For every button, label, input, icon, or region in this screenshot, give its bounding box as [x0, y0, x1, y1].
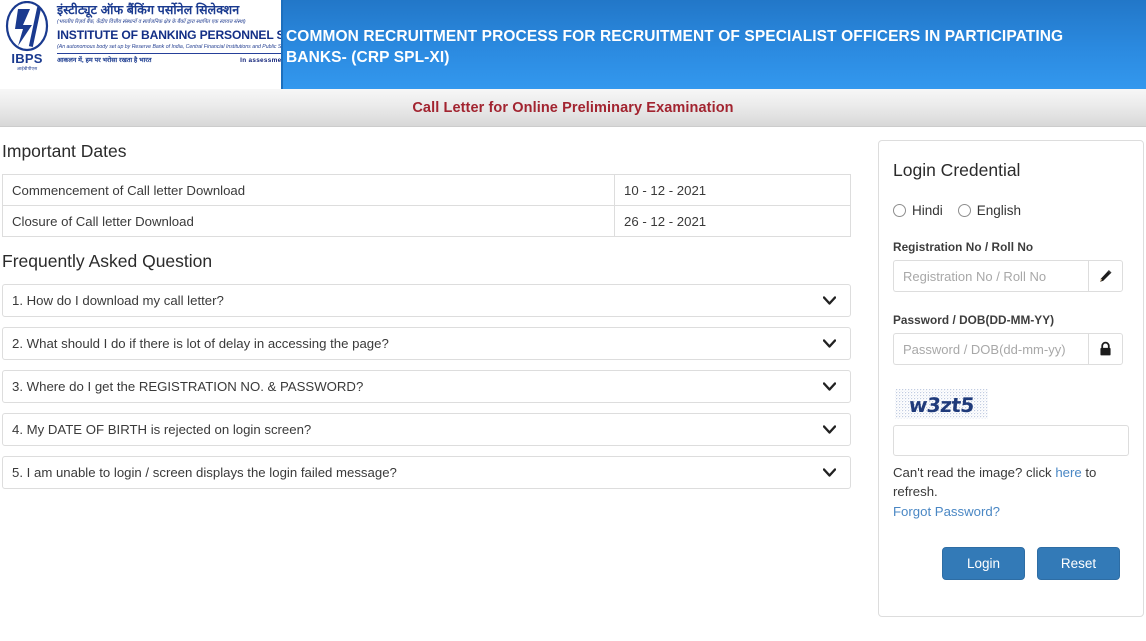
page-header: IBPS आईबीपीएस इंस्टीट्यूट ऑफ बैंकिंग पर्… — [0, 0, 1146, 89]
faq-item-4[interactable]: 4. My DATE OF BIRTH is rejected on login… — [2, 413, 851, 446]
faq-item-1[interactable]: 1. How do I download my call letter? — [2, 284, 851, 317]
chevron-down-icon[interactable] — [822, 380, 836, 394]
radio-circle-english[interactable] — [957, 204, 971, 217]
captcha-helper-prefix: Can't read the image? click — [893, 465, 1056, 480]
main-content: Important Dates Commencement of Call let… — [0, 127, 1146, 617]
forgot-password-row: Forgot Password? — [893, 503, 1123, 521]
table-row: Closure of Call letter Download 26 - 12 … — [2, 205, 851, 237]
faq-item-5[interactable]: 5. I am unable to login / screen display… — [2, 456, 851, 489]
faq-heading: Frequently Asked Question — [2, 251, 213, 271]
date-label: Closure of Call letter Download — [2, 205, 615, 237]
subtitle-text: Call Letter for Online Preliminary Exami… — [412, 99, 734, 116]
language-label-english: English — [976, 203, 1022, 218]
password-input-group — [893, 333, 1123, 365]
login-button[interactable]: Login — [942, 547, 1025, 580]
right-column: Login Credential Hindi English Registrat… — [858, 127, 1146, 617]
tagline-hindi: आकलन में, हम पर भरोसा रखता है भारत — [57, 57, 152, 64]
captcha-input[interactable] — [893, 425, 1129, 456]
reset-button[interactable]: Reset — [1037, 547, 1120, 580]
language-option-hindi[interactable]: Hindi — [893, 203, 943, 218]
language-option-english[interactable]: English — [957, 203, 1022, 218]
table-row: Commencement of Call letter Download 10 … — [2, 174, 851, 206]
date-label: Commencement of Call letter Download — [2, 174, 615, 206]
lock-icon[interactable] — [1088, 333, 1123, 365]
captcha-helper-text: Can't read the image? click here to refr… — [893, 463, 1125, 501]
pencil-icon[interactable] — [1088, 260, 1123, 292]
faq-list: 1. How do I download my call letter? 2. … — [0, 284, 858, 489]
logo-hindi-title: इंस्टीट्यूट ऑफ बैंकिंग पर्सोनेल सिलेक्शन — [57, 3, 240, 17]
logo-tagline: आकलन में, हम पर भरोसा रखता है भारत In as… — [57, 55, 282, 64]
login-panel: Login Credential Hindi English Registrat… — [878, 140, 1144, 617]
language-label-hindi: Hindi — [912, 203, 943, 218]
chevron-down-icon[interactable] — [822, 466, 836, 480]
date-value: 10 - 12 - 2021 — [614, 174, 851, 206]
subtitle-bar: Call Letter for Online Preliminary Exami… — [0, 89, 1146, 127]
date-value: 26 - 12 - 2021 — [614, 205, 851, 237]
chevron-down-icon[interactable] — [822, 337, 836, 351]
chevron-down-icon[interactable] — [822, 423, 836, 437]
language-radio-group: Hindi English — [893, 203, 1123, 218]
faq-question: 4. My DATE OF BIRTH is rejected on login… — [12, 422, 312, 437]
registration-input[interactable] — [893, 260, 1088, 292]
logo-hindi-subtitle: (भारतीय रिज़र्व बैंक, केंद्रीय वित्तीय स… — [57, 19, 246, 25]
ibps-acronym-hindi: आईबीपीएस — [16, 66, 38, 71]
registration-input-group — [893, 260, 1123, 292]
registration-label: Registration No / Roll No — [893, 240, 1034, 254]
faq-item-2[interactable]: 2. What should I do if there is lot of d… — [2, 327, 851, 360]
faq-question: 1. How do I download my call letter? — [12, 293, 224, 308]
ibps-logo-text: इंस्टीट्यूट ऑफ बैंकिंग पर्सोनेल सिलेक्शन… — [54, 0, 282, 89]
login-panel-title: Login Credential — [893, 160, 1021, 180]
faq-question: 2. What should I do if there is lot of d… — [12, 336, 389, 351]
faq-question: 5. I am unable to login / screen display… — [12, 465, 397, 480]
captcha-image: w3zt5 — [893, 386, 990, 423]
faq-item-3[interactable]: 3. Where do I get the REGISTRATION NO. &… — [2, 370, 851, 403]
ibps-logo: IBPS आईबीपीएस इंस्टीट्यूट ऑफ बैंकिंग पर्… — [0, 0, 283, 89]
forgot-password-link[interactable]: Forgot Password? — [893, 504, 1000, 519]
left-column: Important Dates Commencement of Call let… — [0, 127, 858, 499]
faq-question: 3. Where do I get the REGISTRATION NO. &… — [12, 379, 364, 394]
logo-divider — [57, 53, 281, 54]
password-label: Password / DOB(DD-MM-YY) — [893, 313, 1055, 327]
refresh-captcha-link[interactable]: here — [1055, 465, 1081, 480]
login-actions: Login Reset — [893, 547, 1123, 580]
important-dates-heading: Important Dates — [2, 141, 127, 161]
tagline-english: In assessment, India trusts us — [240, 57, 282, 64]
ibps-emblem-icon — [4, 1, 50, 53]
logo-english-subtitle: (An autonomous body set up by Reserve Ba… — [57, 44, 282, 50]
chevron-down-icon[interactable] — [822, 294, 836, 308]
ibps-emblem: IBPS आईबीपीएस — [0, 0, 54, 89]
radio-circle-hindi[interactable] — [893, 204, 906, 217]
captcha-text: w3zt5 — [907, 392, 976, 417]
ibps-acronym: IBPS — [11, 51, 43, 66]
password-input[interactable] — [893, 333, 1088, 365]
important-dates-table: Commencement of Call letter Download 10 … — [2, 174, 851, 237]
logo-english-title: INSTITUTE OF BANKING PERSONNEL SELECTION — [57, 28, 281, 42]
